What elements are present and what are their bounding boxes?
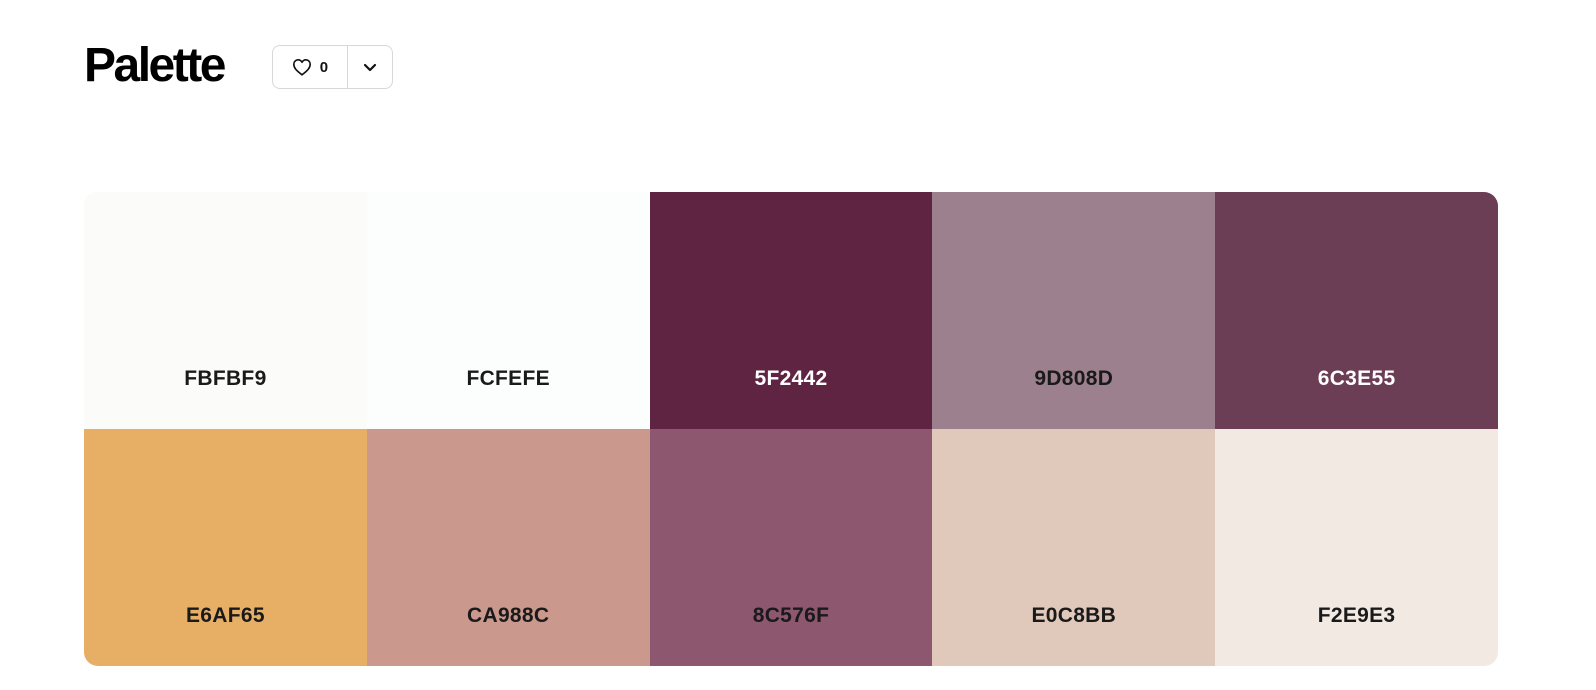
header: Palette 0 bbox=[84, 38, 393, 94]
swatch-hex-label: F2E9E3 bbox=[1317, 604, 1396, 627]
like-count: 0 bbox=[319, 58, 329, 76]
palette-grid: FBFBF9 FCFEFE 5F2442 9D808D 6C3E55 E6AF65 CA98… bbox=[84, 192, 1498, 666]
swatch-hex-label: E0C8BB bbox=[1031, 604, 1117, 627]
color-swatch[interactable]: FBFBF9 bbox=[84, 192, 367, 429]
color-swatch[interactable]: CA988C bbox=[366, 429, 650, 666]
color-swatch[interactable]: E0C8BB bbox=[932, 429, 1216, 666]
color-swatch[interactable]: E6AF65 bbox=[84, 429, 367, 666]
swatch-hex-label: E6AF65 bbox=[185, 604, 265, 627]
color-swatch[interactable]: 5F2442 bbox=[649, 192, 933, 429]
heart-icon bbox=[292, 58, 312, 76]
swatch-hex-label: FBFBF9 bbox=[184, 367, 267, 390]
color-swatch[interactable]: FCFEFE bbox=[366, 192, 650, 429]
swatch-hex-label: 8C576F bbox=[752, 604, 830, 627]
color-swatch[interactable]: 6C3E55 bbox=[1215, 192, 1498, 429]
palette-actions: 0 bbox=[271, 45, 393, 89]
color-swatch[interactable]: 8C576F bbox=[649, 429, 933, 666]
page-title: Palette bbox=[84, 39, 226, 92]
swatch-hex-label: 9D808D bbox=[1034, 367, 1114, 390]
swatch-hex-label: 5F2442 bbox=[754, 367, 828, 390]
swatch-hex-label: FCFEFE bbox=[466, 367, 550, 390]
more-options-button[interactable] bbox=[348, 46, 392, 88]
color-swatch[interactable]: 9D808D bbox=[932, 192, 1216, 429]
chevron-down-icon bbox=[363, 60, 377, 75]
page: Palette 0 FBFBF9 FCFEFE 5F2442 9D808D 6C… bbox=[0, 0, 1596, 690]
swatch-hex-label: CA988C bbox=[467, 604, 550, 627]
color-swatch[interactable]: F2E9E3 bbox=[1215, 429, 1498, 666]
like-button[interactable]: 0 bbox=[273, 46, 347, 88]
swatch-hex-label: 6C3E55 bbox=[1317, 367, 1396, 390]
